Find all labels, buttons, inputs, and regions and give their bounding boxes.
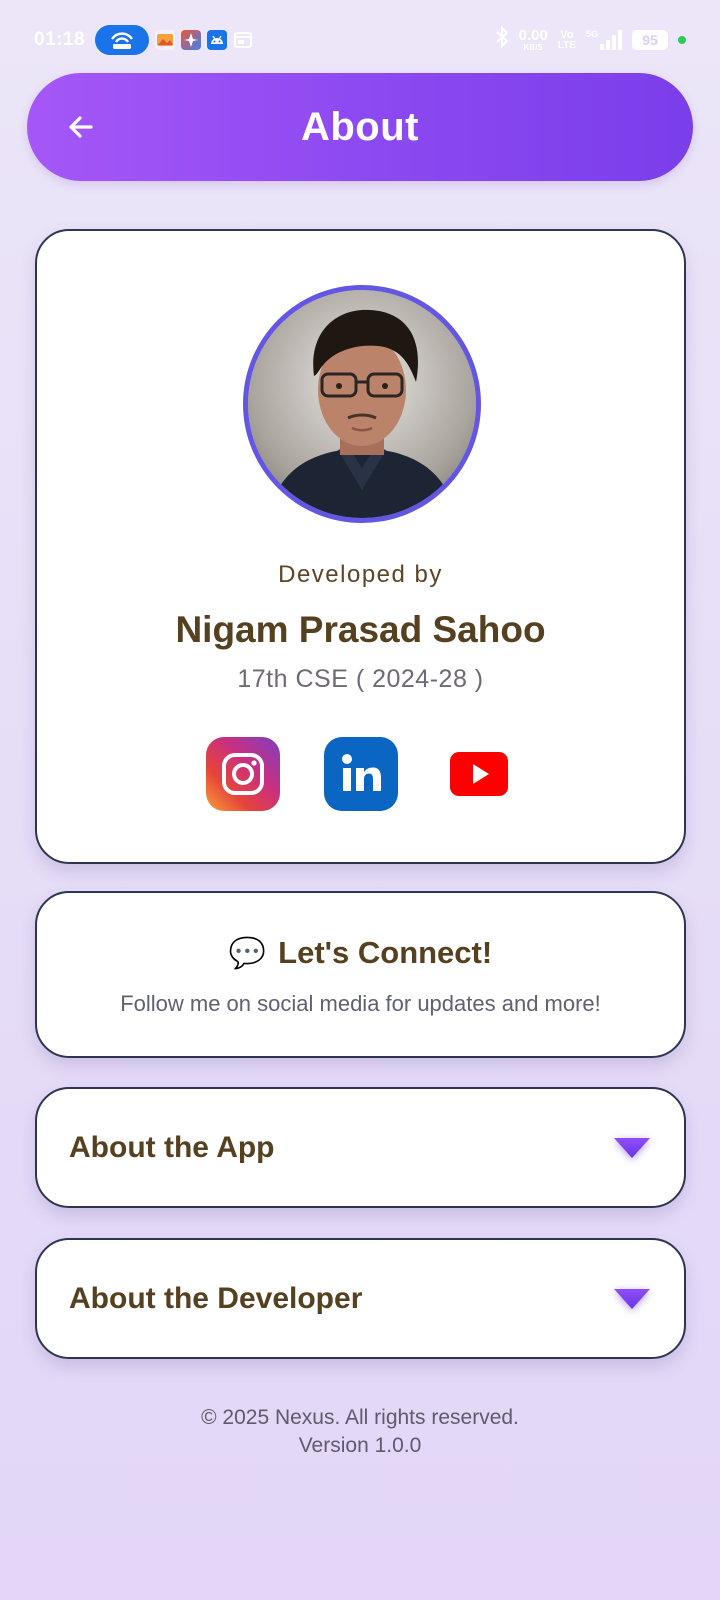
linkedin-icon — [341, 754, 381, 791]
developer-name: Nigam Prasad Sahoo — [175, 609, 546, 650]
instagram-icon — [221, 753, 264, 795]
signal-icon: 5G — [586, 30, 622, 50]
youtube-icon — [449, 752, 508, 796]
about-developer-label: About the Developer — [69, 1281, 363, 1315]
chevron-down-icon[interactable] — [612, 1136, 652, 1160]
volte-indicator: Vo LTE — [557, 28, 576, 51]
lets-connect-card: 💬 Let's Connect! Follow me on social med… — [35, 891, 686, 1058]
footer: © 2025 Nexus. All rights reserved. Versi… — [0, 1404, 720, 1460]
about-developer-accordion[interactable]: About the Developer — [35, 1238, 686, 1359]
bluetooth-icon — [495, 25, 509, 54]
about-app-accordion[interactable]: About the App — [35, 1087, 686, 1208]
copyright-text: © 2025 Nexus. All rights reserved. — [201, 1406, 519, 1429]
connect-heading: 💬 Let's Connect! — [37, 935, 684, 971]
page-title: About — [300, 104, 419, 149]
avatar-ring — [243, 285, 481, 523]
android-icon — [207, 30, 228, 50]
app-header: About — [27, 73, 693, 181]
calendar-notification-icon — [233, 30, 253, 50]
hotspot-icon — [95, 25, 150, 55]
battery-icon: 95 — [632, 30, 668, 50]
instagram-button[interactable] — [205, 737, 280, 811]
about-app-label: About the App — [69, 1130, 275, 1164]
youtube-button[interactable] — [442, 737, 516, 811]
app-notification-icon — [181, 30, 202, 50]
connect-subtitle: Follow me on social media for updates an… — [120, 991, 601, 1016]
developer-batch: 17th CSE ( 2024-28 ) — [237, 665, 484, 693]
developed-by-label: Developed by — [278, 561, 443, 588]
status-bar: 01:18 0.00 KB/S Vo LTE 5G 95 — [0, 0, 720, 80]
arrow-left-icon — [69, 116, 93, 138]
linkedin-button[interactable] — [323, 737, 398, 811]
back-button[interactable] — [57, 103, 105, 151]
developer-avatar — [248, 290, 476, 518]
connect-title: Let's Connect! — [278, 935, 493, 970]
version-text: Version 1.0.0 — [298, 1434, 422, 1457]
social-links — [37, 737, 684, 811]
network-speed: 0.00 KB/S — [518, 27, 548, 52]
status-time: 01:18 — [34, 29, 86, 50]
speech-bubble-icon: 💬 — [228, 936, 267, 970]
privacy-indicator-dot — [678, 36, 686, 44]
developer-profile-card: Developed by Nigam Prasad Sahoo 17th CSE… — [35, 229, 686, 864]
gallery-notification-icon — [155, 30, 176, 50]
chevron-down-icon[interactable] — [612, 1287, 652, 1311]
